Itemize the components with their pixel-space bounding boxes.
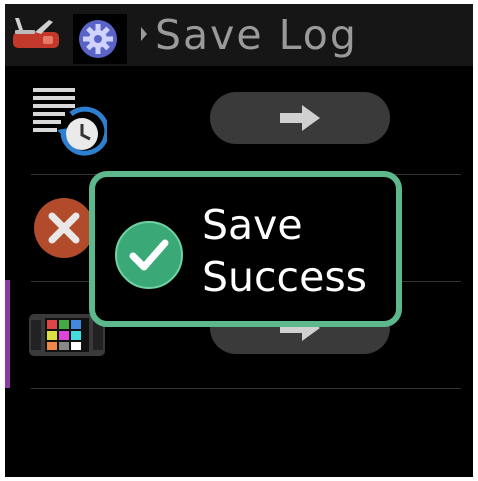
chevron-right-icon [139, 24, 149, 44]
gear-icon[interactable] [73, 14, 127, 64]
toast-line-1: Save [202, 201, 303, 249]
row-divider [31, 388, 461, 389]
log-history-icon [27, 84, 110, 158]
device-screen: Save Log Save Success [5, 4, 473, 477]
toast-message: Save Success [202, 199, 367, 303]
delete-icon[interactable] [33, 197, 95, 259]
check-circle-icon [115, 221, 183, 289]
save-success-toast: Save Success [89, 171, 402, 327]
page-title: Save Log [155, 11, 358, 59]
log-history-open-button[interactable] [210, 92, 390, 144]
arrow-right-icon [280, 105, 320, 131]
multitool-icon[interactable] [11, 14, 61, 58]
log-history-row[interactable] [5, 66, 473, 174]
toast-line-2: Success [202, 253, 368, 301]
top-bar: Save Log [5, 4, 473, 66]
